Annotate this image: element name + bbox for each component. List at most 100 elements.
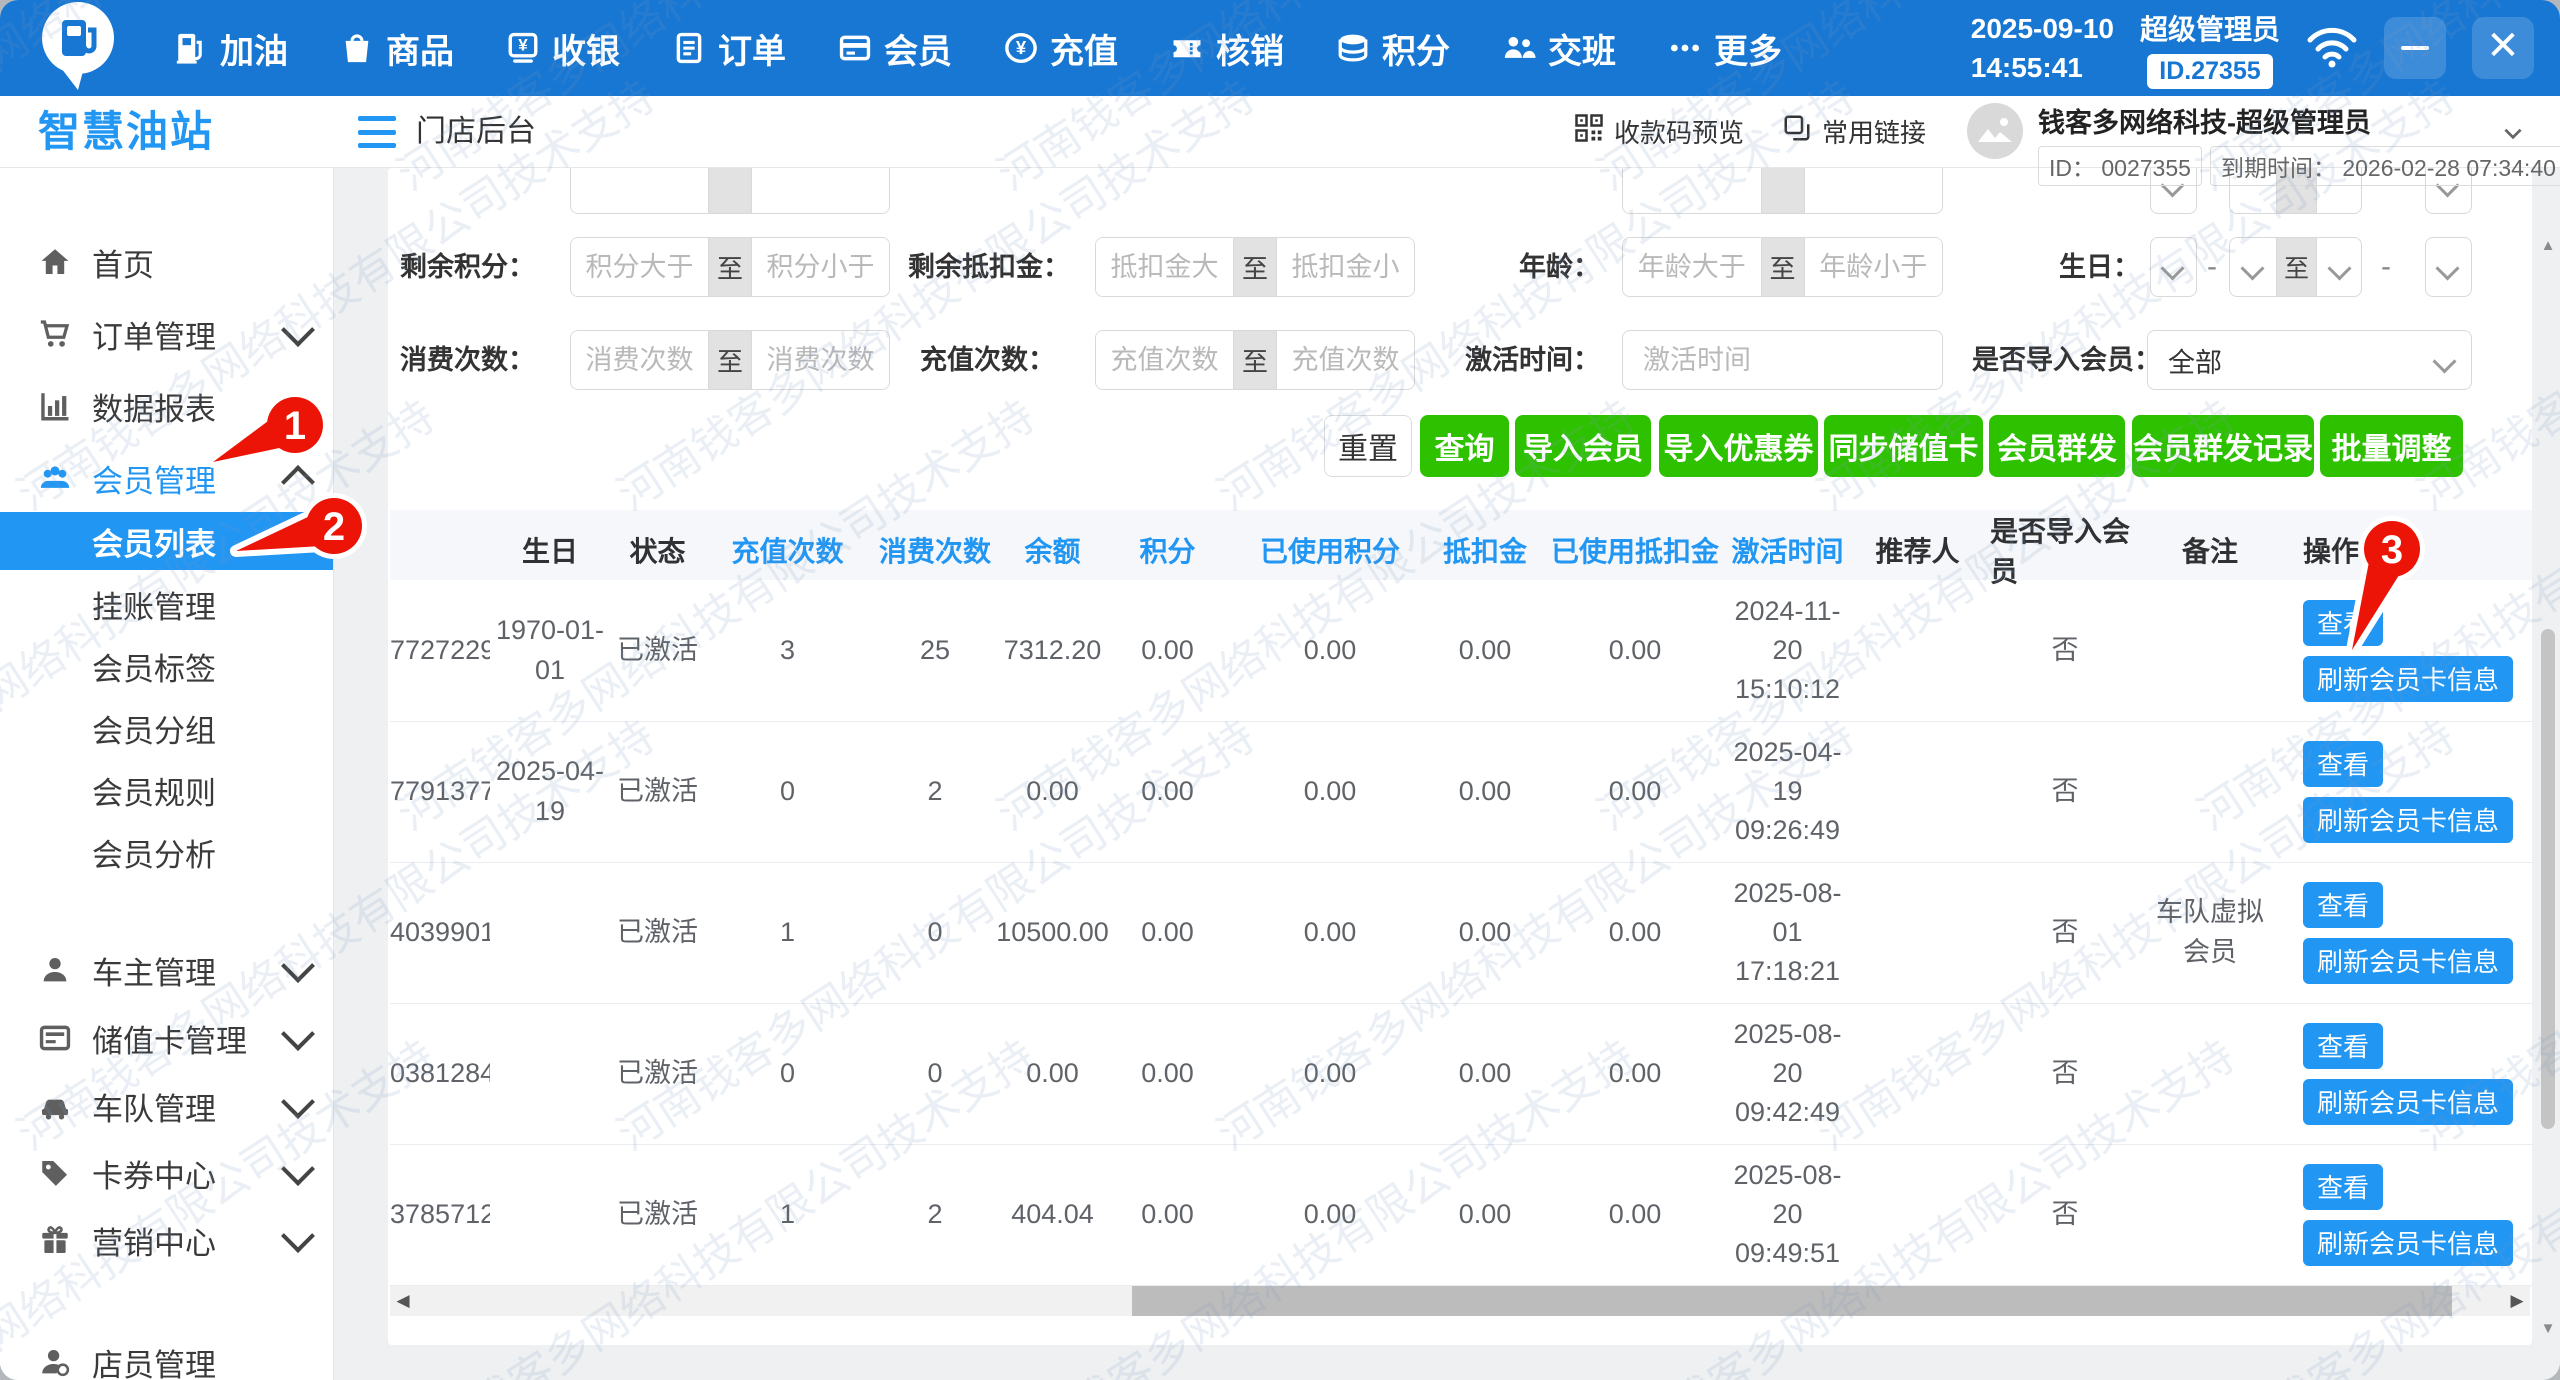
filter-row1-1-range-from-input[interactable] [571, 238, 708, 296]
reset-button[interactable]: 重置 [1324, 415, 1412, 477]
view-button[interactable]: 查看 [2303, 1164, 2383, 1210]
member-broadcast-button[interactable]: 会员群发 [1989, 415, 2125, 477]
view-button[interactable]: 查看 [2303, 741, 2383, 787]
import-member-select[interactable]: 全部 [2147, 330, 2472, 390]
nav-item-9[interactable]: 交班 [1476, 24, 1642, 73]
member-phone-truncated: 4039901 [390, 862, 490, 1003]
cell-consume-count: 2 [870, 1144, 1000, 1285]
nav-item-1[interactable]: 加油 [148, 24, 314, 73]
nav-item-7[interactable]: 核销 [1144, 24, 1310, 73]
nav-item-8[interactable]: 积分 [1310, 24, 1476, 73]
scroll-down-arrow[interactable]: ▼ [2539, 1320, 2557, 1340]
refresh-member-card-button[interactable]: 刷新会员卡信息 [2303, 797, 2513, 843]
date-text: 2025-09-10 [1971, 9, 2114, 48]
table-header-13: 备注 [2140, 510, 2280, 590]
filter-row1-2-range-to-input[interactable] [1277, 238, 1414, 296]
stored-card-icon [38, 1021, 72, 1055]
filter-row1-3-range-from-input[interactable] [1623, 238, 1761, 296]
sidebar-item-11[interactable]: 车主管理 [0, 940, 333, 1000]
refresh-member-card-button[interactable]: 刷新会员卡信息 [2303, 1220, 2513, 1266]
common-links-button[interactable]: 常用链接 [1782, 96, 1926, 167]
filter-row2-2-range-to-input[interactable] [1277, 331, 1414, 389]
query-button[interactable]: 查询 [1420, 415, 1509, 477]
birthday-day-to-select[interactable] [2425, 237, 2472, 297]
sidebar-item-8[interactable]: 会员分组 [0, 698, 333, 758]
filter-row2-1-range-from-input[interactable] [571, 331, 708, 389]
horizontal-scroll-thumb[interactable] [1132, 1286, 2452, 1316]
scroll-right-arrow[interactable]: ▶ [2504, 1286, 2530, 1316]
view-button[interactable]: 查看 [2303, 1023, 2383, 1069]
sidebar-item-9[interactable]: 会员规则 [0, 760, 333, 820]
nav-item-2[interactable]: 商品 [314, 24, 480, 73]
minimize-button[interactable] [2384, 17, 2446, 79]
activation-time-input[interactable] [1623, 345, 1942, 376]
table-header-3[interactable]: 充值次数 [705, 510, 870, 590]
table-header-6[interactable]: 积分 [1105, 510, 1230, 590]
nav-item-4[interactable]: 订单 [646, 24, 812, 73]
vertical-scroll-thumb[interactable] [2541, 629, 2555, 1129]
filter-row2-2-range-from-input[interactable] [1096, 331, 1233, 389]
sidebar-item-2[interactable]: 订单管理 [0, 304, 333, 364]
sidebar-item-1[interactable]: 首页 [0, 232, 333, 292]
filter-row1-3-range-to-input[interactable] [1805, 238, 1943, 296]
birthday-day-from-select[interactable] [2230, 238, 2276, 296]
scroll-left-arrow[interactable]: ◀ [390, 1286, 416, 1316]
filter-row1-2-range-from-input[interactable] [1096, 238, 1233, 296]
cut-filter-range-1-from-input[interactable] [571, 168, 708, 213]
import-members-button[interactable]: 导入会员 [1515, 415, 1651, 477]
nav-item-5[interactable]: 会员 [812, 24, 978, 73]
sidebar-item-4[interactable]: 会员管理 [0, 448, 333, 508]
table-header-8[interactable]: 抵扣金 [1430, 510, 1540, 590]
cell-deduction: 0.00 [1430, 1144, 1540, 1285]
table-row-2: 7791377 2025-04-19 已激活 0 2 0.00 0.00 0.0… [390, 721, 2532, 863]
sidebar-item-10[interactable]: 会员分析 [0, 822, 333, 882]
refresh-member-card-button[interactable]: 刷新会员卡信息 [2303, 938, 2513, 984]
nav-item-3[interactable]: ¥收银 [480, 24, 646, 73]
cell-consume-count: 2 [870, 721, 1000, 862]
sidebar-item-15[interactable]: 营销中心 [0, 1210, 333, 1270]
account-avatar[interactable] [1966, 102, 2024, 165]
birthday-month-from-select[interactable] [2150, 237, 2197, 297]
view-button[interactable]: 查看 [2303, 882, 2383, 928]
filter-row1-1-range-to-input[interactable] [752, 238, 889, 296]
sidebar-item-3[interactable]: 数据报表 [0, 376, 333, 436]
member-broadcast-log-button[interactable]: 会员群发记录 [2132, 415, 2314, 477]
cell-deduction: 0.00 [1430, 721, 1540, 862]
birthday-month-to-select[interactable] [2317, 238, 2362, 296]
table-header-9[interactable]: 已使用抵扣金 [1540, 510, 1730, 590]
app-logo-icon [34, 0, 122, 97]
table-header-5[interactable]: 余额 [1000, 510, 1105, 590]
sidebar-item-label: 会员管理 [92, 456, 216, 501]
nav-item-10[interactable]: 更多 [1642, 24, 1808, 73]
sidebar-item-6[interactable]: 挂账管理 [0, 574, 333, 634]
table-header-10[interactable]: 激活时间 [1730, 510, 1845, 590]
view-button[interactable]: 查看 [2303, 600, 2383, 646]
cell-used-points: 0.00 [1230, 721, 1430, 862]
sidebar-item-14[interactable]: 卡券中心 [0, 1143, 333, 1203]
qr-preview-button[interactable]: 收款码预览 [1574, 96, 1744, 167]
account-block[interactable]: 钱客多网络科技-超级管理员 ID： 0027355 到期时间： 2026-02-… [2038, 101, 2560, 186]
sidebar-item-16[interactable]: 店员管理 [0, 1332, 333, 1380]
refresh-member-card-button[interactable]: 刷新会员卡信息 [2303, 1079, 2513, 1125]
close-button[interactable]: ✕ [2472, 17, 2534, 79]
cell-points: 0.00 [1105, 580, 1230, 721]
cut-filter-range-1-to-input[interactable] [752, 168, 889, 213]
cut-filter-range-2-from-input[interactable] [1623, 168, 1761, 213]
table-header-4[interactable]: 消费次数 [870, 510, 1000, 590]
account-chevron-down-icon[interactable] [2500, 120, 2526, 151]
menu-toggle-icon[interactable] [358, 116, 396, 148]
sidebar-item-5[interactable]: 会员列表 [0, 512, 333, 570]
sidebar-item-7[interactable]: 会员标签 [0, 636, 333, 696]
refresh-member-card-button[interactable]: 刷新会员卡信息 [2303, 656, 2513, 702]
scroll-up-arrow[interactable]: ▲ [2539, 237, 2557, 257]
cut-filter-range-2-to-input[interactable] [1805, 168, 1943, 213]
sidebar-item-12[interactable]: 储值卡管理 [0, 1008, 333, 1068]
sidebar-item-13[interactable]: 车队管理 [0, 1076, 333, 1136]
nav-item-6[interactable]: ¥充值 [978, 24, 1144, 73]
filter-row2-1-range-to-input[interactable] [752, 331, 889, 389]
sync-stored-card-button[interactable]: 同步储值卡 [1824, 415, 1983, 477]
batch-adjust-button[interactable]: 批量调整 [2320, 415, 2463, 477]
import-coupons-button[interactable]: 导入优惠券 [1659, 415, 1818, 477]
chevron-down-icon [281, 313, 315, 347]
table-header-7[interactable]: 已使用积分 [1230, 510, 1430, 590]
